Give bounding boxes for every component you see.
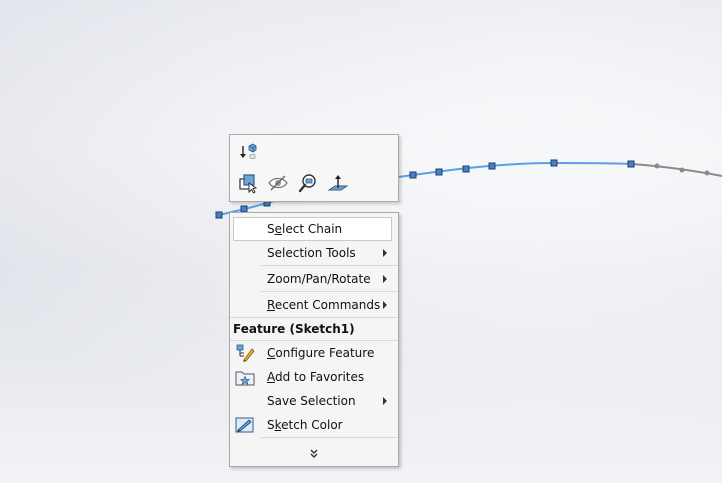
- menu-item-label: Add to Favorites: [267, 370, 365, 384]
- hide-show-icon[interactable]: [267, 172, 289, 194]
- menu-item-configure-feature[interactable]: Configure Feature: [230, 341, 398, 365]
- menu-item-select-chain[interactable]: Select Chain: [233, 217, 392, 241]
- spline-point: [215, 211, 223, 219]
- menu-item-add-to-favorites[interactable]: Add to Favorites: [230, 365, 398, 389]
- spline-point: [550, 159, 558, 167]
- spline-point: [704, 170, 710, 176]
- menu-item-label: Selection Tools: [267, 246, 356, 260]
- menu-item-label: Configure Feature: [267, 346, 375, 360]
- menu-item-selection-tools[interactable]: Selection Tools: [230, 241, 398, 265]
- add-to-favorites-icon: [235, 368, 255, 386]
- menu-separator: [261, 437, 398, 438]
- submenu-arrow-icon: [383, 249, 387, 257]
- expand-menu-chevron-icon[interactable]: [308, 448, 320, 460]
- menu-item-sketch-color[interactable]: Sketch Color: [230, 413, 398, 437]
- flip-dimension-icon[interactable]: [237, 142, 259, 164]
- spline-point: [679, 167, 685, 173]
- submenu-arrow-icon: [383, 301, 387, 309]
- menu-item-save-selection[interactable]: Save Selection: [230, 389, 398, 413]
- context-toolbar: [229, 134, 399, 202]
- context-menu: Select Chain Selection Tools Zoom/Pan/Ro…: [229, 212, 399, 467]
- spline-point: [627, 160, 635, 168]
- menu-item-label: Sketch Color: [267, 418, 343, 432]
- menu-item-zoom-pan-rotate[interactable]: Zoom/Pan/Rotate: [230, 267, 398, 291]
- menu-section-header: Feature (Sketch1): [233, 322, 355, 336]
- spline-point: [409, 171, 417, 179]
- spline-point: [488, 162, 496, 170]
- spline-point: [654, 163, 660, 169]
- menu-item-label: Save Selection: [267, 394, 356, 408]
- menu-separator: [261, 291, 398, 292]
- configure-feature-icon: [235, 344, 255, 362]
- menu-item-label: Recent Commands: [267, 298, 381, 312]
- zoom-to-selection-icon[interactable]: [297, 172, 319, 194]
- spline-unselected-points[interactable]: [654, 163, 710, 176]
- menu-item-label: Select Chain: [267, 222, 343, 236]
- menu-separator: [230, 317, 398, 318]
- menu-item-label: Zoom/Pan/Rotate: [267, 272, 371, 286]
- sketch-color-icon: [235, 416, 255, 434]
- menu-separator: [261, 265, 398, 266]
- spline-point: [435, 168, 443, 176]
- menu-item-recent-commands[interactable]: Recent Commands: [230, 293, 398, 317]
- normal-to-icon[interactable]: [327, 172, 349, 194]
- submenu-arrow-icon: [383, 397, 387, 405]
- submenu-arrow-icon: [383, 275, 387, 283]
- view-orientation-icon[interactable]: [237, 172, 259, 194]
- spline-point: [462, 165, 470, 173]
